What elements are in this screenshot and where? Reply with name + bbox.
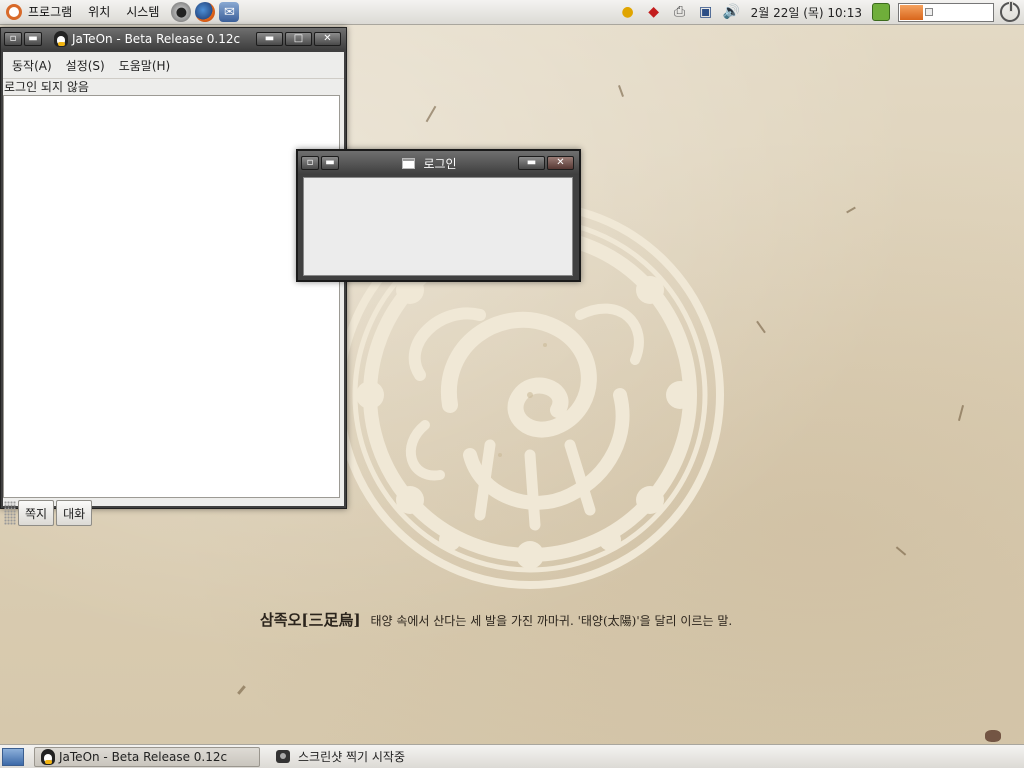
paper-fiber <box>846 206 856 214</box>
power-icon[interactable] <box>1000 1 1020 22</box>
wallpaper-caption: 삼족오[三足烏] 태양 속에서 산다는 세 발을 가진 까마귀. '태양(太陽)… <box>260 609 732 630</box>
minimize-button[interactable]: ▬ <box>518 156 545 170</box>
caption-title: 삼족오[三足烏] <box>260 611 361 629</box>
chat-button[interactable]: 대화 <box>56 500 93 526</box>
menu-settings[interactable]: 설정(S) <box>59 57 112 74</box>
window-menu-button[interactable]: ▫ <box>301 156 319 170</box>
tux-icon <box>54 31 68 47</box>
taskbar-item-screenshot[interactable]: 스크린샷 찍기 시작중 <box>270 747 411 767</box>
caption-text: 태양 속에서 산다는 세 발을 가진 까마귀. '태양(太陽)'을 달리 이르는… <box>370 614 733 628</box>
paper-fiber <box>237 685 246 695</box>
paper-fiber <box>895 546 907 556</box>
contact-list[interactable] <box>3 95 340 498</box>
volume-icon[interactable]: 🔊 <box>723 3 741 21</box>
menu-places[interactable]: 위치 <box>80 0 118 25</box>
bottom-toolbar: 쪽지 대화 <box>3 498 346 528</box>
toolbar-grip[interactable] <box>4 501 16 525</box>
bottom-panel: JaTeOn - Beta Release 0.12c 스크린샷 찍기 시작중 <box>0 744 1024 768</box>
window-title: JaTeOn - Beta Release 0.12c <box>44 31 256 47</box>
mail-icon[interactable]: ✉ <box>219 2 240 22</box>
paper-stain <box>985 730 1001 742</box>
menu-applications[interactable]: 프로그램 <box>20 0 80 25</box>
tux-icon <box>41 748 55 765</box>
window-title-text: JaTeOn - Beta Release 0.12c <box>72 32 241 46</box>
main-window-titlebar[interactable]: ▫ ▬ JaTeOn - Beta Release 0.12c ▬ □ ✕ <box>1 28 346 50</box>
gem-icon[interactable]: ◆ <box>645 3 663 21</box>
paper-fiber <box>425 105 437 123</box>
top-panel: 프로그램 위치 시스템 ● ✉ ● ◆ ⎙ ▣ 🔊 2월 22일 (목) 10:… <box>0 0 1024 25</box>
network-icon[interactable]: ▣ <box>697 3 715 21</box>
login-status: 로그인 되지 않음 <box>4 80 89 94</box>
window-icon <box>402 157 416 169</box>
taskbar-item-label: JaTeOn - Beta Release 0.12c <box>59 749 228 764</box>
battery-fill <box>900 4 923 20</box>
note-button[interactable]: 쪽지 <box>18 500 55 526</box>
menu-help[interactable]: 도움말(H) <box>112 57 178 74</box>
clock[interactable]: 2월 22일 (목) 10:13 <box>751 4 862 21</box>
web-browser-icon[interactable]: ● <box>171 2 192 22</box>
camera-icon <box>276 750 290 763</box>
battery-cap <box>925 8 933 16</box>
main-window-client: 동작(A) 설정(S) 도움말(H) 로그인 되지 않음 쪽지 대화 <box>3 52 344 526</box>
menubar: 동작(A) 설정(S) 도움말(H) <box>3 52 344 79</box>
login-titlebar[interactable]: ▫ ▬ 로그인 ▬ ✕ <box>298 151 579 175</box>
close-button[interactable]: ✕ <box>314 32 341 46</box>
login-dialog: ▫ ▬ 로그인 ▬ ✕ <box>296 149 581 282</box>
maximize-button[interactable]: □ <box>285 32 312 46</box>
shade-button[interactable]: ▬ <box>321 156 339 170</box>
taskbar-item-label: 스크린샷 찍기 시작중 <box>298 750 405 764</box>
close-button[interactable]: ✕ <box>547 156 574 170</box>
shade-button[interactable]: ▬ <box>24 32 42 46</box>
paper-fiber <box>618 85 624 97</box>
messenger-icon[interactable]: ● <box>619 3 637 21</box>
battery-applet-icon[interactable] <box>872 3 890 21</box>
menu-system[interactable]: 시스템 <box>118 0 167 25</box>
minimize-button[interactable]: ▬ <box>256 32 283 46</box>
taskbar-item-jateon[interactable]: JaTeOn - Beta Release 0.12c <box>34 746 260 767</box>
show-desktop-button[interactable] <box>2 747 24 766</box>
paper-fiber <box>756 320 766 334</box>
paper-fiber <box>957 405 965 421</box>
login-title: 로그인 <box>341 155 518 172</box>
printer-icon[interactable]: ⎙ <box>671 3 689 21</box>
jateon-main-window: ▫ ▬ JaTeOn - Beta Release 0.12c ▬ □ ✕ 동작… <box>0 27 347 526</box>
menu-action[interactable]: 동작(A) <box>5 57 59 74</box>
login-title-text: 로그인 <box>423 156 457 171</box>
login-dialog-client <box>303 177 573 276</box>
window-menu-button[interactable]: ▫ <box>4 32 22 46</box>
firefox-icon[interactable] <box>195 2 216 22</box>
battery-meter[interactable] <box>898 2 994 22</box>
